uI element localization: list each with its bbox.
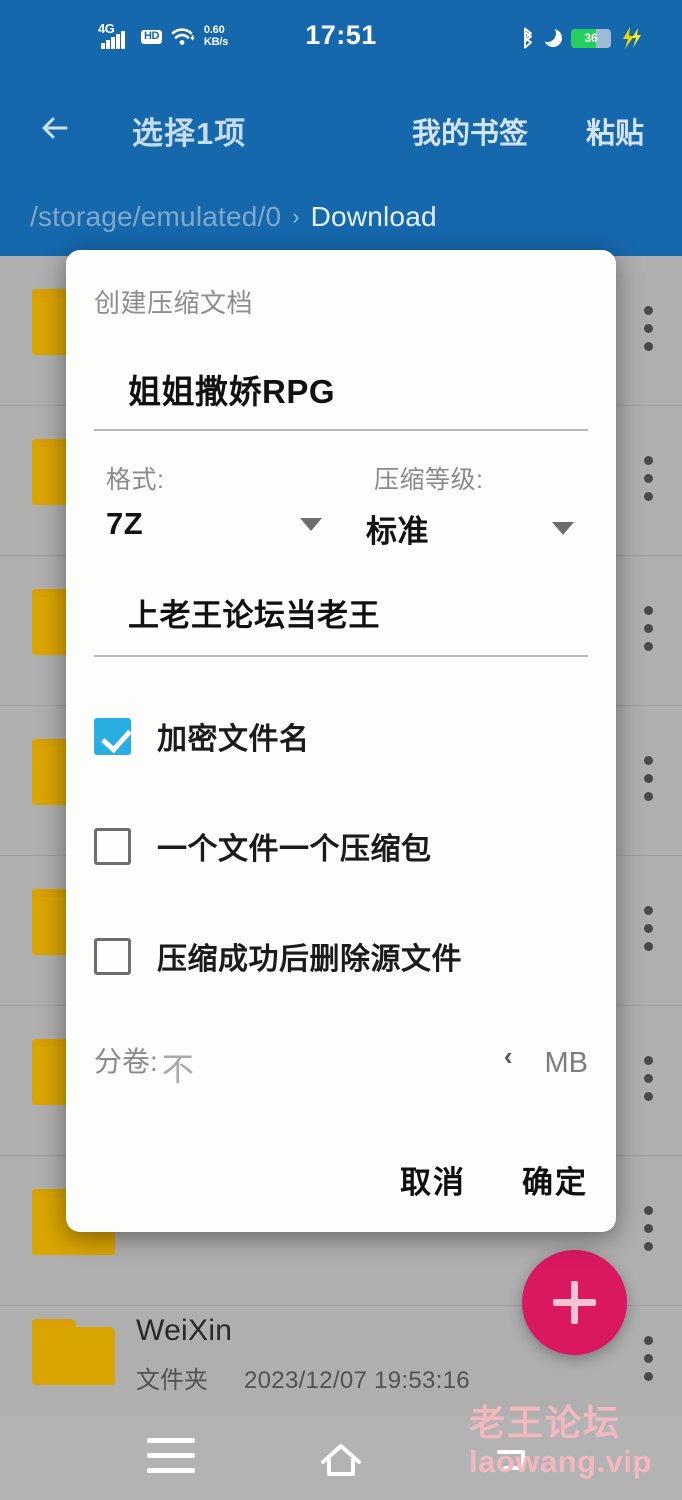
status-bar: 4G HD 0.60 KB/s 17:51 36 — [0, 0, 682, 78]
field-underline — [94, 655, 588, 657]
add-fab-button[interactable] — [522, 1250, 627, 1355]
split-volume-input[interactable]: 不 ‹ — [162, 1041, 527, 1090]
checkbox-unchecked-icon[interactable] — [94, 937, 131, 975]
checkbox-checked-icon[interactable] — [94, 717, 131, 755]
archive-name-field[interactable]: 姐姐撒娇RPG — [94, 365, 588, 431]
dnd-moon-icon — [539, 25, 562, 47]
breadcrumb-path[interactable]: /storage/emulated/0 — [30, 201, 281, 233]
split-volume-unit: MB — [544, 1047, 589, 1079]
checkbox-one-archive-per-file[interactable]: 一个文件一个压缩包 — [94, 810, 588, 882]
compression-level-label: 压缩等级: — [374, 466, 484, 494]
chevron-down-icon — [552, 522, 574, 535]
battery-icon: 36 — [571, 28, 611, 48]
confirm-button[interactable]: 确定 — [522, 1157, 588, 1202]
compression-level-value: 标准 — [366, 514, 429, 549]
archive-name-value: 姐姐撒娇RPG — [128, 373, 336, 410]
split-volume-row: 分卷: 不 ‹ MB — [94, 1040, 588, 1090]
back-icon[interactable] — [471, 1438, 551, 1482]
back-arrow-icon[interactable] — [33, 106, 77, 150]
checkbox-unchecked-icon[interactable] — [94, 827, 131, 865]
dialog-title: 创建压缩文档 — [94, 288, 254, 318]
chevron-left-icon[interactable]: ‹ — [504, 1041, 513, 1072]
checkbox-label: 加密文件名 — [157, 723, 310, 756]
password-field[interactable]: 上老王论坛当老王 — [94, 590, 588, 657]
my-bookmarks-button[interactable]: 我的书签 — [412, 110, 528, 152]
format-value: 7Z — [106, 506, 144, 541]
lightning-bolt-icon — [620, 26, 642, 50]
cancel-button[interactable]: 取消 — [400, 1157, 466, 1202]
screen-root: 4G HD 0.60 KB/s 17:51 36 选择1项 我的书签 粘贴 /s… — [0, 0, 682, 1500]
checkbox-delete-source-after[interactable]: 压缩成功后删除源文件 — [94, 920, 588, 992]
dialog-actions: 取消 确定 — [400, 1157, 588, 1202]
options-checkbox-group: 加密文件名 一个文件一个压缩包 压缩成功后删除源文件 — [94, 700, 588, 1030]
status-bar-right: 36 — [521, 25, 642, 50]
home-icon[interactable] — [301, 1438, 381, 1482]
bluetooth-icon — [521, 27, 535, 49]
app-toolbar: 选择1项 我的书签 粘贴 — [0, 78, 682, 178]
breadcrumb-current[interactable]: Download — [311, 201, 437, 233]
create-archive-dialog: 创建压缩文档 姐姐撒娇RPG 格式: 7Z 压缩等级: 标准 上老王论坛当老王 … — [66, 250, 616, 1232]
selection-count-title: 选择1项 — [132, 116, 247, 151]
split-volume-label: 分卷: — [94, 1046, 158, 1077]
menu-icon[interactable] — [131, 1438, 211, 1482]
system-nav-bar — [0, 1416, 682, 1500]
battery-percent-label: 36 — [584, 31, 598, 45]
password-value: 上老王论坛当老王 — [128, 598, 380, 633]
breadcrumb: /storage/emulated/0 › Download — [0, 178, 682, 256]
compression-level-body: 标准 — [336, 506, 588, 551]
split-volume-value: 不 — [161, 1051, 195, 1087]
paste-button[interactable]: 粘贴 — [586, 110, 644, 152]
format-select[interactable]: 格式: 7Z — [94, 460, 336, 551]
checkbox-label: 一个文件一个压缩包 — [157, 833, 432, 866]
chevron-down-icon — [300, 517, 322, 531]
format-label: 格式: — [106, 466, 165, 494]
compression-level-select[interactable]: 压缩等级: 标准 — [336, 460, 588, 551]
checkbox-encrypt-filenames[interactable]: 加密文件名 — [94, 700, 588, 772]
checkbox-label: 压缩成功后删除源文件 — [157, 943, 462, 976]
format-select-body: 7Z — [94, 506, 336, 542]
format-level-row: 格式: 7Z 压缩等级: 标准 — [94, 460, 588, 551]
breadcrumb-separator-icon: › — [292, 204, 300, 229]
field-underline — [94, 429, 588, 431]
